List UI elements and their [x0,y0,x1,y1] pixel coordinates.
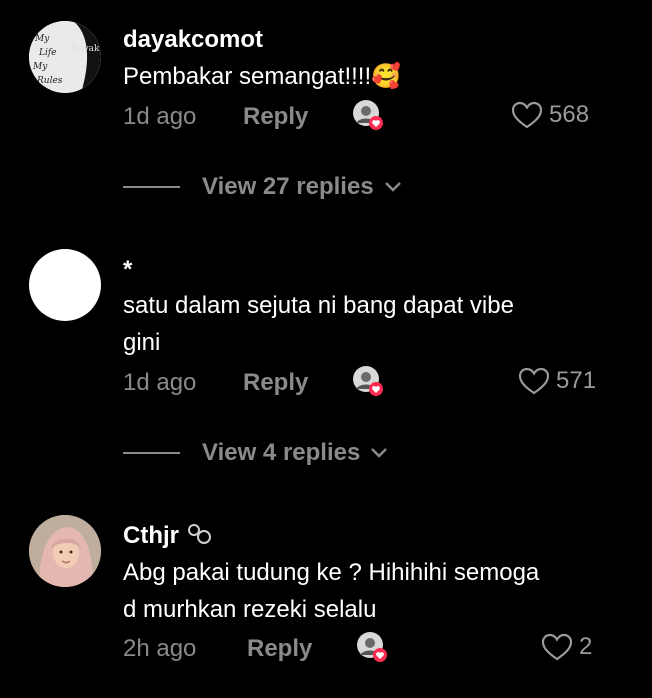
view-replies-button[interactable]: View 4 replies [123,436,388,470]
comment-text-line: satu dalam sejuta ni bang dapat vibe [123,292,514,319]
comment-meta: 1d ago Reply 571 [123,366,603,403]
like-button[interactable]: 571 [518,367,596,395]
liked-by-creator-icon [352,99,384,131]
comment-username[interactable]: Cthjr [123,522,212,550]
comment-meta: 1d ago Reply 568 [123,100,603,137]
reply-button[interactable]: Reply [247,635,312,663]
divider [123,186,180,188]
divider [123,452,180,454]
heart-outline-icon [518,367,550,395]
like-count: 2 [579,633,593,660]
heart-outline-icon [511,101,543,129]
view-replies-label: View 27 replies [202,173,374,200]
view-replies-label: View 4 replies [202,439,361,466]
username-text: Cthjr [123,522,179,549]
comment-time: 2h ago [123,635,197,662]
like-button[interactable]: 568 [511,101,589,129]
svg-text:Dayak: Dayak [71,44,100,54]
like-count: 568 [549,101,590,128]
chevron-down-icon [371,448,388,458]
comment-text-line: d murhkan rezeki selalu [123,596,377,623]
bubbles-icon [187,524,211,544]
svg-text:Life: Life [38,48,57,58]
svg-text:My: My [34,34,50,44]
liked-by-creator-icon [356,631,388,663]
reply-button[interactable]: Reply [243,369,308,397]
comment-username[interactable]: dayakcomot [123,26,263,54]
comment-text-line: Abg pakai tudung ke ? Hihihihi semoga [123,559,540,586]
like-count: 571 [556,367,597,394]
svg-text:My: My [32,62,48,72]
comment-text: Pembakar semangat!!!!🥰 [123,63,402,90]
comment-username[interactable]: * [123,256,132,284]
comment-time: 1d ago [123,369,197,396]
comment-text: Abg pakai tudung ke ? Hihihihi semoga d … [123,554,603,628]
svg-text:Rules: Rules [36,76,63,86]
view-replies-button[interactable]: View 27 replies [123,170,402,204]
chevron-down-icon [384,182,401,192]
comment-text-line: gini [123,329,161,356]
heart-outline-icon [541,633,573,661]
like-button[interactable]: 2 [541,633,592,661]
user-avatar[interactable] [29,515,101,587]
user-avatar[interactable]: My Life My Rules Dayak [29,21,101,93]
comment-text: satu dalam sejuta ni bang dapat vibe gin… [123,287,603,361]
reply-button[interactable]: Reply [243,103,308,131]
comment-time: 1d ago [123,103,197,130]
liked-by-creator-icon [352,365,384,397]
comment-meta: 2h ago Reply 2 [123,632,603,669]
user-avatar[interactable] [29,249,101,321]
